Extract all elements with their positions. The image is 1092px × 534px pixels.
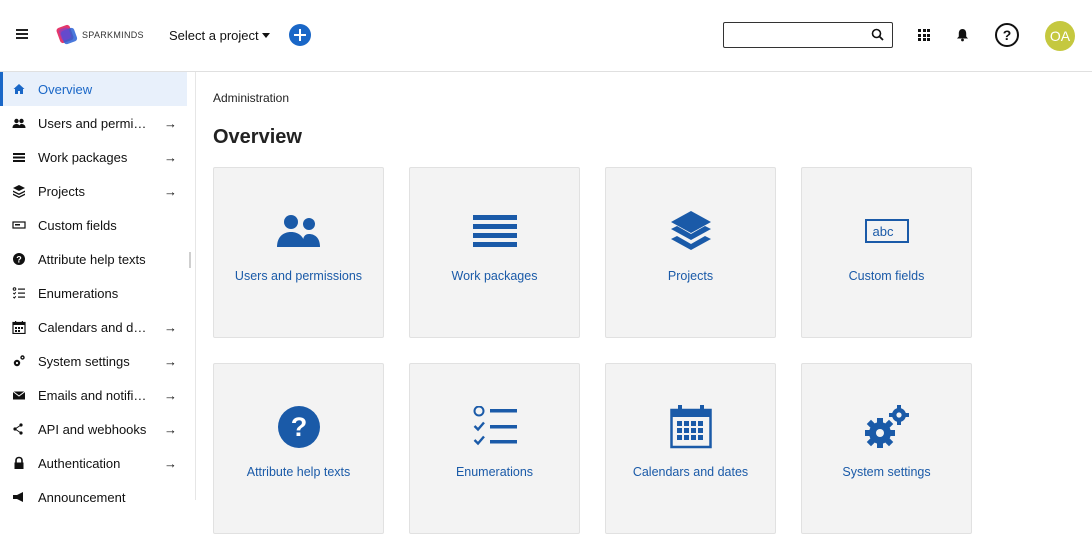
tile-label: Work packages — [451, 269, 538, 283]
help-icon-glyph: ? — [290, 412, 307, 442]
sidebar-item-label: Custom fields — [38, 217, 117, 233]
tile-label: Calendars and dates — [632, 465, 749, 479]
enumerations-icon — [473, 406, 517, 446]
tile-users-and-permissions[interactable]: Users and permissions — [213, 167, 384, 338]
sidebar-item-label: Users and permi… — [38, 115, 147, 131]
svg-text:?: ? — [16, 255, 22, 265]
sidebar-resize-handle[interactable] — [189, 252, 191, 268]
arrow-right-icon: → — [164, 183, 177, 199]
sidebar-item-label: Overview — [38, 81, 93, 97]
logo[interactable]: SPARKMINDS — [56, 24, 144, 46]
sidebar-item-label: Emails and notifi… — [38, 387, 147, 403]
gears-icon — [13, 355, 25, 367]
list-icon — [472, 215, 517, 247]
sidebar: Overview Users and permi… → Work package… — [0, 72, 196, 505]
calendar-icon — [12, 321, 26, 334]
arrow-right-icon: → — [164, 421, 177, 437]
top-header: SPARKMINDS Select a project ? OA — [0, 0, 1092, 72]
help-icon[interactable]: ? — [995, 23, 1019, 47]
mail-icon — [12, 391, 26, 400]
sidebar-item-label: System settings — [38, 353, 130, 369]
arrow-right-icon: → — [164, 387, 177, 403]
sidebar-item-label: Announcement — [38, 489, 126, 505]
custom-field-icon-text: abc — [872, 224, 893, 239]
search-icon[interactable] — [871, 28, 884, 41]
tile-projects[interactable]: Projects — [605, 167, 776, 338]
sidebar-item-emails[interactable]: Emails and notifi… → — [0, 378, 187, 412]
sidebar-item-announcement[interactable]: Announcement — [0, 480, 187, 514]
arrow-right-icon: → — [164, 149, 177, 165]
logo-text: SPARKMINDS — [82, 30, 144, 40]
sidebar-item-system-settings[interactable]: System settings → — [0, 344, 187, 378]
arrow-right-icon: → — [164, 455, 177, 471]
lock-icon — [14, 456, 24, 469]
menu-icon[interactable] — [16, 29, 28, 39]
layers-icon — [670, 211, 711, 250]
tile-label: Enumerations — [455, 465, 534, 479]
users-icon — [12, 118, 26, 128]
breadcrumb[interactable]: Administration — [213, 91, 289, 105]
sidebar-item-label: Attribute help texts — [38, 251, 146, 267]
tile-work-packages[interactable]: Work packages — [409, 167, 580, 338]
sidebar-item-overview[interactable]: Overview — [0, 72, 187, 106]
sidebar-item-label: Work packages — [38, 149, 128, 165]
users-icon — [276, 215, 320, 247]
help-circle-icon: ? — [277, 406, 320, 448]
sidebar-item-label: Calendars and d… — [38, 319, 147, 335]
arrow-right-icon: → — [164, 353, 177, 369]
sidebar-item-attribute-help-texts[interactable]: ? Attribute help texts — [0, 242, 187, 276]
tile-attribute-help-texts[interactable]: ? Attribute help texts — [213, 363, 384, 534]
page-title: Overview — [213, 126, 302, 148]
calendar-icon — [669, 405, 712, 449]
sidebar-item-projects[interactable]: Projects → — [0, 174, 187, 208]
tile-system-settings[interactable]: System settings — [801, 363, 972, 534]
sidebar-item-label: Projects — [38, 183, 85, 199]
sidebar-item-authentication[interactable]: Authentication → — [0, 446, 187, 480]
arrow-right-icon: → — [164, 115, 177, 131]
search-field — [723, 22, 893, 48]
announcement-icon — [13, 492, 23, 502]
gears-icon — [864, 405, 909, 448]
project-select[interactable]: Select a project — [169, 28, 270, 43]
sidebar-item-custom-fields[interactable]: Custom fields — [0, 208, 187, 242]
plus-icon — [294, 29, 306, 41]
sidebar-item-label: API and webhooks — [38, 421, 147, 437]
tile-label: Projects — [667, 269, 714, 283]
sidebar-item-users[interactable]: Users and permi… → — [0, 106, 187, 140]
sidebar-item-work-packages[interactable]: Work packages → — [0, 140, 187, 174]
sidebar-item-label: Enumerations — [38, 285, 119, 301]
tile-label: Users and permissions — [234, 269, 363, 283]
layers-icon — [13, 185, 25, 198]
custom-field-icon: abc — [864, 219, 909, 243]
tile-label: System settings — [842, 465, 931, 479]
search-input[interactable] — [728, 23, 868, 47]
help-circle-icon: ? — [13, 253, 25, 265]
sidebar-item-label: Authentication — [38, 455, 121, 471]
avatar[interactable]: OA — [1045, 21, 1075, 51]
logo-mark-icon — [56, 24, 78, 45]
list-icon — [13, 153, 25, 162]
project-select-label: Select a project — [169, 28, 259, 43]
arrow-right-icon: → — [164, 319, 177, 335]
add-button[interactable] — [289, 24, 311, 46]
bell-icon[interactable] — [956, 28, 969, 42]
api-icon — [13, 423, 23, 435]
modules-grid-icon[interactable] — [918, 29, 930, 41]
caret-down-icon — [261, 33, 270, 38]
tile-label: Custom fields — [848, 269, 925, 283]
tile-enumerations[interactable]: Enumerations — [409, 363, 580, 534]
home-icon — [13, 84, 25, 94]
sidebar-item-api-webhooks[interactable]: API and webhooks → — [0, 412, 187, 446]
sidebar-item-calendars[interactable]: Calendars and d… → — [0, 310, 187, 344]
tile-calendars-and-dates[interactable]: Calendars and dates — [605, 363, 776, 534]
sidebar-item-enumerations[interactable]: Enumerations — [0, 276, 187, 310]
tile-custom-fields[interactable]: abc Custom fields — [801, 167, 972, 338]
custom-field-icon — [12, 221, 26, 229]
tile-label: Attribute help texts — [246, 465, 351, 479]
enumerations-icon — [12, 287, 25, 299]
